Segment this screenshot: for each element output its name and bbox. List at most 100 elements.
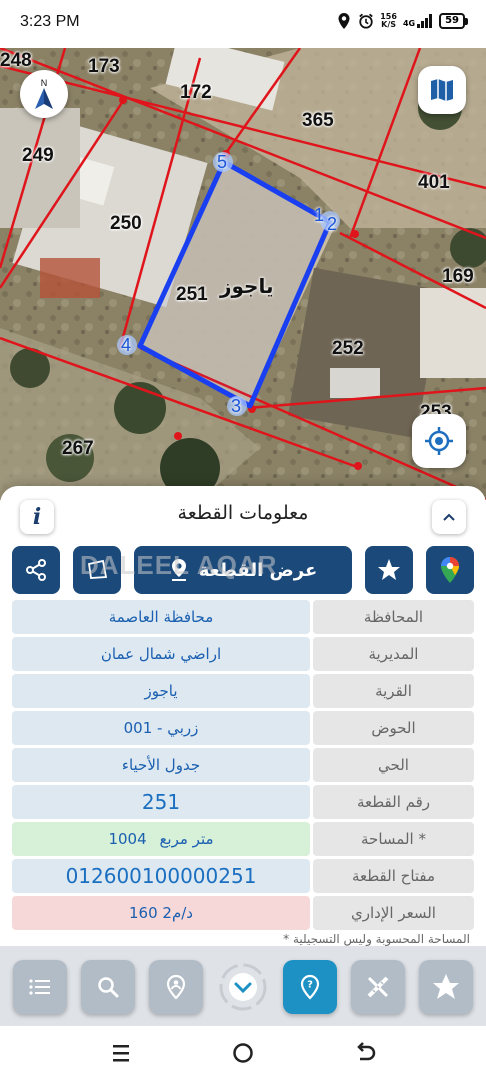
vertex-label: 1 bbox=[314, 205, 325, 225]
map-layers-button[interactable] bbox=[418, 66, 466, 114]
detail-row-governorate: محافظة العاصمة المحافظة bbox=[12, 600, 474, 636]
detail-row-basin: زربي - 001 الحوض bbox=[12, 711, 474, 747]
parcel-label: 173 bbox=[88, 56, 120, 77]
vertex-label: 3 bbox=[231, 396, 242, 416]
location-pin-icon bbox=[171, 559, 186, 581]
parcel-label: 172 bbox=[180, 82, 212, 103]
home-icon bbox=[233, 1043, 253, 1063]
status-time: 3:23 PM bbox=[20, 13, 80, 30]
detail-value: زربي - 001 bbox=[12, 711, 310, 745]
parcel-label: 365 bbox=[302, 110, 334, 131]
search-button[interactable] bbox=[81, 960, 135, 1014]
village-label: ياجوز bbox=[220, 274, 274, 298]
detail-value: 012600100000251 bbox=[12, 859, 310, 893]
location-icon bbox=[338, 13, 350, 29]
detail-label: المساحة * bbox=[313, 822, 474, 856]
detail-row-area: 1004 متر مربع المساحة * bbox=[12, 822, 474, 858]
favorite-button[interactable] bbox=[365, 546, 413, 594]
detail-label: الحوض bbox=[313, 711, 474, 745]
detail-row-directorate: اراضي شمال عمان المديرية bbox=[12, 637, 474, 673]
vertex-label: 2 bbox=[327, 214, 338, 234]
svg-text:?: ? bbox=[307, 980, 313, 991]
detail-value: 160 د/م2 bbox=[12, 896, 310, 930]
map-layers-icon bbox=[431, 79, 453, 101]
sheet-header: i معلومات القطعة bbox=[0, 486, 486, 542]
vertex-label: 5 bbox=[217, 152, 228, 172]
parcel-map[interactable]: 248 173 172 365 249 250 401 169 251 252 … bbox=[0, 48, 486, 500]
view-parcel-label: عرض القطعة bbox=[198, 559, 318, 581]
network-speed: 156 K/S bbox=[380, 13, 397, 29]
system-nav-bar bbox=[0, 1026, 486, 1080]
battery-level: 59 bbox=[439, 13, 465, 29]
search-icon bbox=[98, 977, 119, 998]
bottom-toolbar: ? bbox=[0, 946, 486, 1026]
parcel-details: محافظة العاصمة المحافظة اراضي شمال عمان … bbox=[12, 600, 474, 933]
polygon-shape-icon bbox=[87, 559, 108, 579]
detail-row-parcel-key: 012600100000251 مفتاح القطعة bbox=[12, 859, 474, 895]
area-value: 1004 bbox=[108, 830, 147, 848]
list-icon bbox=[29, 979, 50, 995]
status-icons: 156 K/S 4G 59 bbox=[336, 12, 468, 30]
detail-label: الحي bbox=[313, 748, 474, 782]
north-arrow-button[interactable]: N bbox=[20, 70, 68, 118]
back-button[interactable] bbox=[352, 1040, 378, 1066]
parcel-label: 169 bbox=[442, 266, 474, 287]
detail-row-parcel-number: 251 رقم القطعة bbox=[12, 785, 474, 821]
detail-value: اراضي شمال عمان bbox=[12, 637, 310, 671]
chevron-up-icon bbox=[443, 513, 455, 521]
list-button[interactable] bbox=[13, 960, 67, 1014]
parcel-label: 251 bbox=[176, 284, 208, 305]
measure-icon bbox=[367, 976, 389, 998]
detail-label: المديرية bbox=[313, 637, 474, 671]
parcel-label: 250 bbox=[110, 213, 142, 234]
detail-value: محافظة العاصمة bbox=[12, 600, 310, 634]
measure-button[interactable] bbox=[351, 960, 405, 1014]
detail-row-village: ياجوز القرية bbox=[12, 674, 474, 710]
detail-value: 251 bbox=[12, 785, 310, 819]
help-button[interactable]: ? bbox=[283, 960, 337, 1014]
signal-indicator: 4G bbox=[403, 14, 433, 28]
place-pin-icon bbox=[166, 974, 186, 1000]
north-arrow-icon: N bbox=[35, 78, 53, 109]
collapse-button[interactable] bbox=[432, 500, 466, 534]
vertex-label: 4 bbox=[121, 335, 132, 355]
network-type: 4G bbox=[402, 19, 416, 28]
chevron-down-icon bbox=[219, 963, 267, 1011]
view-parcel-button[interactable]: عرض القطعة bbox=[134, 546, 352, 594]
action-bar: عرض القطعة DALEEL AQAR bbox=[0, 546, 486, 594]
sheet-title: معلومات القطعة bbox=[177, 502, 309, 524]
locate-button[interactable] bbox=[412, 414, 466, 468]
detail-value: 1004 متر مربع bbox=[12, 822, 310, 856]
status-bar: 3:23 PM 156 K/S 4G 59 bbox=[0, 0, 486, 48]
google-maps-icon bbox=[441, 557, 459, 583]
alarm-icon bbox=[359, 13, 374, 29]
parcel-info-sheet: i معلومات القطعة عرض القطعة DALEEL AQAR … bbox=[0, 486, 486, 960]
area-unit: متر مربع bbox=[159, 830, 214, 848]
detail-row-admin-price: 160 د/م2 السعر الإداري bbox=[12, 896, 474, 932]
home-button[interactable] bbox=[230, 1040, 256, 1066]
detail-row-neighborhood: جدول الأحياء الحي bbox=[12, 748, 474, 784]
battery-icon: 59 bbox=[439, 13, 468, 29]
google-maps-button[interactable] bbox=[426, 546, 474, 594]
signal-icon bbox=[417, 14, 433, 28]
area-footnote: * المساحة المحسوبة وليس التسجيلية bbox=[283, 932, 470, 946]
draw-shape-button[interactable] bbox=[73, 546, 121, 594]
detail-label: القرية bbox=[313, 674, 474, 708]
share-icon bbox=[26, 559, 46, 581]
detail-label: المحافظة bbox=[313, 600, 474, 634]
detail-label: السعر الإداري bbox=[313, 896, 474, 930]
network-speed-unit: K/S bbox=[381, 20, 397, 29]
favorites-button[interactable] bbox=[419, 960, 473, 1014]
detail-label: رقم القطعة bbox=[313, 785, 474, 819]
recent-apps-icon bbox=[113, 1045, 129, 1062]
svg-text:N: N bbox=[41, 78, 48, 88]
parcel-label: 252 bbox=[332, 338, 364, 359]
parcel-label: 267 bbox=[62, 438, 94, 459]
share-button[interactable] bbox=[12, 546, 60, 594]
recent-apps-button[interactable] bbox=[108, 1040, 134, 1066]
star-icon bbox=[378, 559, 400, 580]
parcel-label: 248 bbox=[0, 50, 32, 71]
star-icon bbox=[433, 974, 459, 999]
expand-toolbar-button[interactable] bbox=[216, 960, 270, 1014]
place-button[interactable] bbox=[149, 960, 203, 1014]
